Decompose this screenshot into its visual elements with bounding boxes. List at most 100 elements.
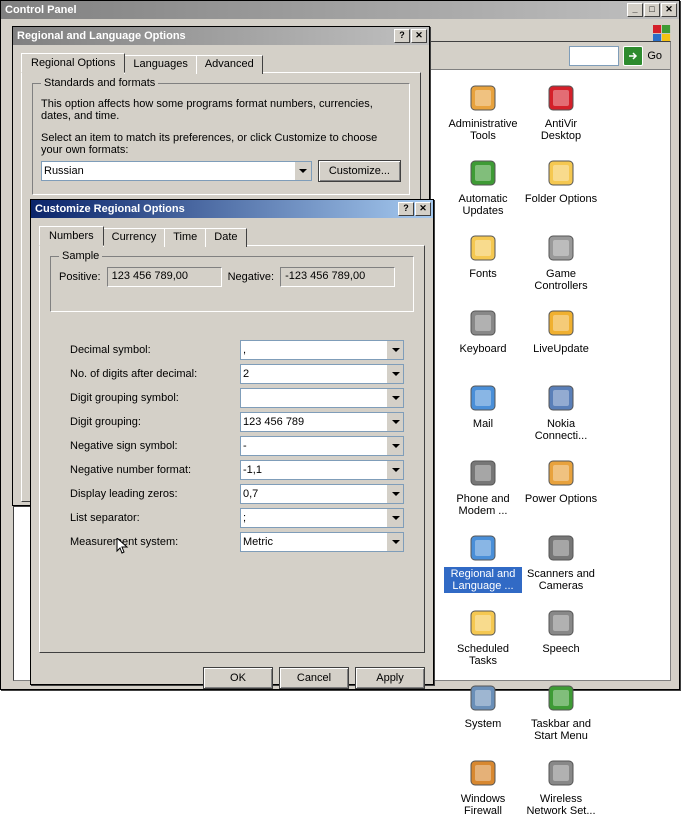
customize-regional-dialog: Customize Regional Options ? ✕ Numbers C… bbox=[30, 199, 434, 685]
cp-item[interactable]: Administrative Tools bbox=[444, 80, 522, 155]
cp-item[interactable]: Mail bbox=[444, 380, 522, 455]
cp-item-icon bbox=[467, 232, 499, 264]
cp-item[interactable]: Power Options bbox=[522, 455, 600, 530]
maximize-button[interactable]: □ bbox=[644, 3, 660, 17]
cp-item[interactable]: AntiVir Desktop bbox=[522, 80, 600, 155]
field-label: Measurement system: bbox=[70, 536, 240, 548]
field-label: Negative sign symbol: bbox=[70, 440, 240, 452]
cp-item-label: Game Controllers bbox=[522, 267, 600, 293]
customize-button[interactable]: Customize... bbox=[318, 160, 401, 182]
close-button[interactable]: ✕ bbox=[411, 29, 427, 43]
help-button[interactable]: ? bbox=[398, 202, 414, 216]
minimize-button[interactable]: _ bbox=[627, 3, 643, 17]
cp-item-icon bbox=[545, 307, 577, 339]
field-dropdown[interactable]: 123 456 789 bbox=[240, 412, 404, 432]
cp-item[interactable]: Game Controllers bbox=[522, 230, 600, 305]
field-dropdown[interactable]: 0,7 bbox=[240, 484, 404, 504]
chevron-down-icon bbox=[387, 461, 403, 479]
cp-item[interactable]: Nokia Connecti... bbox=[522, 380, 600, 455]
cp-item[interactable]: System bbox=[444, 680, 522, 755]
apply-button[interactable]: Apply bbox=[355, 667, 425, 689]
cp-item-icon bbox=[467, 682, 499, 714]
cp-item-label: Phone and Modem ... bbox=[444, 492, 522, 518]
window-title: Control Panel bbox=[3, 4, 626, 16]
cp-item-label: Folder Options bbox=[523, 192, 599, 206]
help-button[interactable]: ? bbox=[394, 29, 410, 43]
field-dropdown[interactable] bbox=[240, 388, 404, 408]
dialog-title: Regional and Language Options bbox=[15, 30, 393, 42]
go-button[interactable] bbox=[623, 46, 643, 66]
positive-label: Positive: bbox=[59, 271, 101, 283]
cp-item[interactable]: LiveUpdate bbox=[522, 305, 600, 380]
cp-item-label: Fonts bbox=[467, 267, 499, 281]
customize-tabs: Numbers Currency Time Date bbox=[39, 226, 433, 245]
dialog-title: Customize Regional Options bbox=[33, 203, 397, 215]
field-value: Metric bbox=[243, 536, 273, 548]
tab-time[interactable]: Time bbox=[164, 228, 206, 247]
field-label: List separator: bbox=[70, 512, 240, 524]
cp-item[interactable]: Regional and Language ... bbox=[444, 530, 522, 605]
cp-item-icon bbox=[467, 382, 499, 414]
field-dropdown[interactable]: -1,1 bbox=[240, 460, 404, 480]
locale-value: Russian bbox=[44, 165, 84, 177]
tab-regional-options[interactable]: Regional Options bbox=[21, 53, 125, 73]
format-row: Measurement system:Metric bbox=[70, 532, 404, 552]
field-value: , bbox=[243, 344, 246, 356]
regional-titlebar: Regional and Language Options ? ✕ bbox=[13, 27, 429, 45]
field-label: Decimal symbol: bbox=[70, 344, 240, 356]
field-label: Digit grouping: bbox=[70, 416, 240, 428]
locale-dropdown[interactable]: Russian bbox=[41, 161, 312, 181]
cp-item[interactable]: Wireless Network Set... bbox=[522, 755, 600, 830]
chevron-down-icon bbox=[387, 341, 403, 359]
sample-legend: Sample bbox=[59, 250, 102, 262]
field-dropdown[interactable]: - bbox=[240, 436, 404, 456]
field-dropdown[interactable]: , bbox=[240, 340, 404, 360]
cp-item[interactable]: Windows Firewall bbox=[444, 755, 522, 830]
group-legend: Standards and formats bbox=[41, 77, 158, 89]
ok-button[interactable]: OK bbox=[203, 667, 273, 689]
chevron-down-icon bbox=[295, 162, 311, 180]
address-dropdown[interactable] bbox=[569, 46, 619, 66]
field-value: 2 bbox=[243, 368, 249, 380]
field-dropdown[interactable]: ; bbox=[240, 508, 404, 528]
cp-item-icon bbox=[467, 457, 499, 489]
chevron-down-icon bbox=[387, 509, 403, 527]
tab-languages[interactable]: Languages bbox=[124, 55, 196, 74]
field-label: Negative number format: bbox=[70, 464, 240, 476]
cp-item[interactable]: Folder Options bbox=[522, 155, 600, 230]
number-fields: Decimal symbol:,No. of digits after deci… bbox=[70, 340, 404, 552]
format-row: Display leading zeros:0,7 bbox=[70, 484, 404, 504]
format-row: Decimal symbol:, bbox=[70, 340, 404, 360]
cp-item-icon bbox=[467, 607, 499, 639]
cp-item-icon bbox=[545, 157, 577, 189]
cp-item-label: Power Options bbox=[523, 492, 599, 506]
cp-item[interactable]: Automatic Updates bbox=[444, 155, 522, 230]
cp-item[interactable]: Phone and Modem ... bbox=[444, 455, 522, 530]
field-dropdown[interactable]: 2 bbox=[240, 364, 404, 384]
close-button[interactable]: ✕ bbox=[415, 202, 431, 216]
cp-item-icon bbox=[467, 532, 499, 564]
cp-item[interactable]: Taskbar and Start Menu bbox=[522, 680, 600, 755]
chevron-down-icon bbox=[387, 365, 403, 383]
tab-currency[interactable]: Currency bbox=[103, 228, 166, 247]
cp-item[interactable]: Keyboard bbox=[444, 305, 522, 380]
go-label: Go bbox=[647, 50, 662, 62]
cp-item-label: Automatic Updates bbox=[444, 192, 522, 218]
desc-text-1: This option affects how some programs fo… bbox=[41, 98, 401, 122]
cp-item[interactable]: Fonts bbox=[444, 230, 522, 305]
cp-item[interactable]: Scheduled Tasks bbox=[444, 605, 522, 680]
cp-item[interactable]: Speech bbox=[522, 605, 600, 680]
close-button[interactable]: ✕ bbox=[661, 3, 677, 17]
format-row: Negative number format:-1,1 bbox=[70, 460, 404, 480]
cp-item-label: Scheduled Tasks bbox=[444, 642, 522, 668]
field-dropdown[interactable]: Metric bbox=[240, 532, 404, 552]
tab-numbers[interactable]: Numbers bbox=[39, 226, 104, 246]
negative-label: Negative: bbox=[228, 271, 274, 283]
sample-group: Sample Positive: 123 456 789,00 Negative… bbox=[50, 256, 414, 312]
tab-date[interactable]: Date bbox=[205, 228, 246, 247]
tab-advanced[interactable]: Advanced bbox=[196, 55, 263, 74]
cp-item[interactable]: Scanners and Cameras bbox=[522, 530, 600, 605]
negative-sample: -123 456 789,00 bbox=[280, 267, 395, 287]
cancel-button[interactable]: Cancel bbox=[279, 667, 349, 689]
format-row: Negative sign symbol:- bbox=[70, 436, 404, 456]
